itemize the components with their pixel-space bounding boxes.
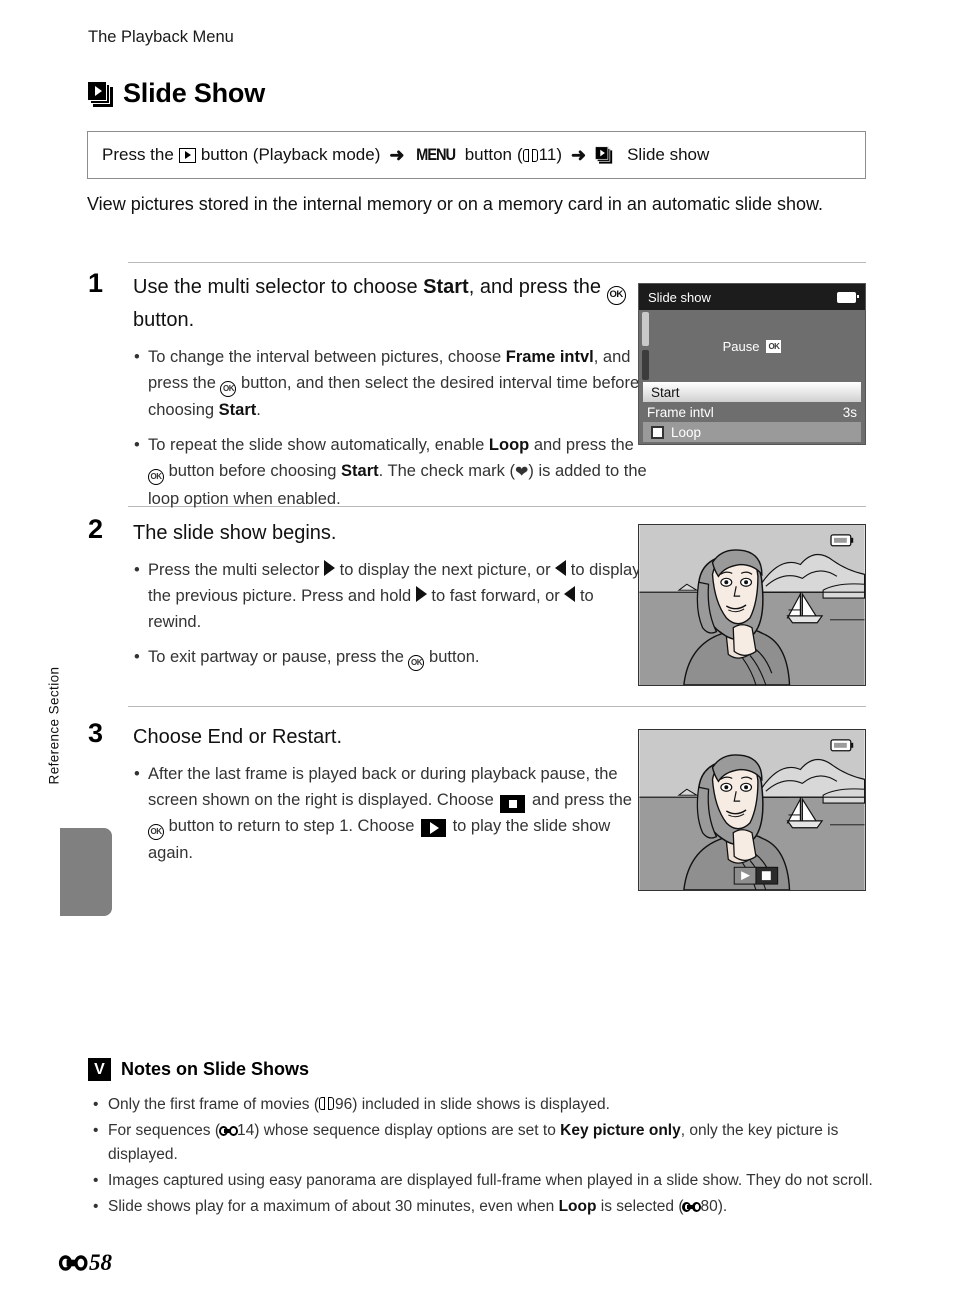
photo-step-2 — [638, 524, 866, 686]
step-2-number: 2 — [88, 514, 104, 544]
photo-step-3 — [638, 729, 866, 891]
page-title-text: Slide Show — [123, 78, 266, 108]
right-arrow-icon — [415, 586, 427, 602]
e-symbol-icon — [219, 1126, 238, 1136]
notes-list: Only the first frame of movies (96) incl… — [88, 1093, 874, 1219]
step-1-heading-mid: , and press the — [468, 276, 607, 298]
step-1: 1 Use the multi selector to choose Start… — [88, 268, 648, 512]
bullet-marker: • — [134, 648, 140, 666]
stop-icon — [500, 795, 526, 813]
step-1-bullet-1: • To change the interval between picture… — [134, 344, 648, 423]
page-folio: 58 — [58, 1250, 112, 1276]
book-icon — [319, 1097, 335, 1110]
step-2-bullet-2: • To exit partway or pause, press the OK… — [134, 644, 648, 671]
right-arrow-icon — [324, 560, 336, 576]
intro-paragraph: View pictures stored in the internal mem… — [87, 194, 824, 214]
note-item-4: Slide shows play for a maximum of about … — [88, 1195, 874, 1219]
bullet-marker: • — [134, 435, 140, 454]
lcd-body: Pause OK Start Frame intvl 3s Loop — [639, 310, 865, 444]
note-item-1: Only the first frame of movies (96) incl… — [88, 1093, 874, 1117]
lcd-pause-label: Pause — [722, 338, 760, 354]
step-2: 2 The slide show begins. • Press the mul… — [88, 514, 648, 671]
note-item-3: Images captured using easy panorama are … — [88, 1169, 874, 1193]
arrow-right-icon-2: ➜ — [570, 144, 587, 165]
arrow-right-icon: ➜ — [389, 144, 405, 165]
e-symbol-icon — [682, 1202, 702, 1212]
slideshow-icon-small — [595, 146, 613, 164]
running-head: The Playback Menu — [88, 28, 234, 46]
bullet-marker: • — [134, 347, 140, 366]
caution-v-icon: V — [88, 1058, 111, 1081]
notes-title: Notes on Slide Shows — [121, 1059, 310, 1079]
battery-icon — [837, 291, 859, 303]
step-2-bullet-1: • Press the multi selector to display th… — [134, 557, 648, 635]
step-1-heading: Use the multi selector to choose Start, … — [133, 272, 648, 335]
divider-3 — [128, 706, 866, 707]
illustration-woman-sailboat — [639, 525, 865, 685]
loop-checkbox[interactable] — [651, 425, 664, 439]
lcd-row-loop[interactable]: Loop — [643, 422, 861, 442]
step-1-heading-post: button. — [133, 308, 195, 331]
ok-button-icon: OK — [220, 380, 237, 397]
command-path-box: Press the button (Playback mode) ➜ MENU … — [87, 131, 866, 179]
bullet-marker: • — [134, 765, 140, 783]
notes-section: V Notes on Slide Shows Only the first fr… — [88, 1058, 874, 1221]
step-2-heading: The slide show begins. — [133, 522, 337, 544]
step-3-heading: Choose End or Restart. — [133, 726, 342, 748]
lcd-row-frame-intvl[interactable]: Frame intvl 3s — [639, 402, 865, 422]
step-1-bullet-2: • To repeat the slide show automatically… — [134, 432, 648, 512]
lcd-scroll-indicator[interactable] — [642, 312, 649, 412]
page-title: Slide Show — [87, 78, 265, 109]
page-number: 58 — [89, 1250, 112, 1275]
command-after-play: button (Playback mode) — [200, 145, 381, 164]
divider-1 — [128, 262, 866, 263]
playback-controls-overlay — [733, 866, 779, 885]
step-3-number: 3 — [88, 718, 104, 748]
step-3-bullet-1: • After the last frame is played back or… — [134, 761, 648, 866]
ok-button-icon: OK — [606, 285, 626, 305]
lcd-row-start[interactable]: Start — [643, 382, 861, 402]
command-prefix: Press the — [102, 145, 174, 164]
notes-heading: V Notes on Slide Shows — [88, 1058, 874, 1081]
ok-button-icon: OK — [148, 468, 164, 485]
lcd-title-bar: Slide show — [639, 284, 865, 310]
check-mark-icon: ❤ — [514, 463, 529, 481]
menu-button-label: MENU — [416, 145, 457, 164]
e-symbol-icon — [58, 1255, 88, 1271]
bullet-marker: • — [134, 561, 140, 579]
step-1-heading-bold: Start — [423, 276, 469, 298]
ok-button-icon: OK — [408, 655, 425, 671]
lcd-title: Slide show — [648, 289, 711, 305]
step-3: 3 Choose End or Restart. • After the las… — [88, 718, 648, 866]
ok-badge-icon: OK — [766, 339, 782, 353]
illustration-woman-sailboat-with-controls — [639, 730, 865, 890]
book-icon — [522, 148, 538, 162]
left-arrow-icon — [564, 586, 576, 602]
slideshow-icon — [87, 80, 113, 107]
step-1-heading-pre: Use the multi selector to choose — [133, 276, 424, 298]
command-menu-suffix: button — [464, 145, 512, 164]
step-1-number: 1 — [88, 268, 104, 298]
ref-page-number: 11 — [538, 145, 557, 164]
ref-paren-close: ) — [556, 145, 562, 164]
lcd-row-start-label: Start — [651, 384, 680, 400]
section-tab-label: Reference Section — [46, 666, 62, 785]
lcd-pause-area: Pause OK — [639, 310, 865, 382]
ok-button-icon: OK — [148, 824, 164, 840]
note-item-2: For sequences (14) whose sequence displa… — [88, 1119, 874, 1167]
command-target: Slide show — [627, 145, 710, 164]
lcd-row-frame-intvl-label: Frame intvl — [647, 404, 714, 420]
play-icon — [421, 819, 446, 837]
lcd-row-loop-label: Loop — [671, 424, 702, 440]
lcd-row-frame-intvl-value: 3s — [842, 404, 857, 420]
left-arrow-icon — [555, 560, 567, 576]
playback-button-icon — [178, 147, 196, 163]
lcd-slide-show-menu: Slide show Pause OK Start Frame intvl 3s… — [638, 283, 866, 445]
